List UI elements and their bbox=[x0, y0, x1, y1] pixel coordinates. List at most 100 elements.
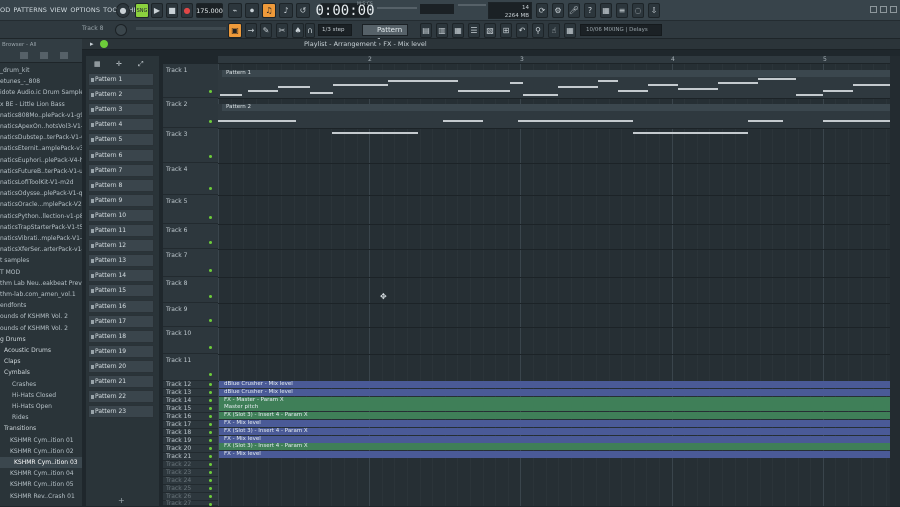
track-header[interactable]: Track 19 bbox=[163, 437, 218, 445]
track-mute-led[interactable] bbox=[209, 295, 212, 298]
master-pitch-slider[interactable] bbox=[377, 7, 417, 9]
track-header[interactable]: Track 2 bbox=[163, 98, 218, 128]
pattern-item[interactable]: Pattern 10 bbox=[88, 208, 154, 222]
menu-view[interactable]: VIEW bbox=[50, 6, 67, 14]
track-mute-led[interactable] bbox=[209, 415, 212, 418]
browser-item[interactable]: Acoustic Drums bbox=[0, 345, 82, 356]
track-header[interactable]: Track 25 bbox=[163, 485, 218, 493]
track-mute-led[interactable] bbox=[209, 487, 212, 490]
browser-item[interactable]: thm-lab.com_amen_vol.1 bbox=[0, 289, 82, 300]
track-header[interactable]: Track 12 bbox=[163, 381, 218, 389]
chat-icon[interactable]: ◌ bbox=[632, 3, 644, 18]
stop-button[interactable]: ■ bbox=[166, 3, 178, 18]
automation-clip[interactable]: dBlue Crusher - Mix level bbox=[219, 381, 890, 388]
browser-item[interactable]: naticsOdysse..plePack-V1-q0m bbox=[0, 188, 82, 199]
pattern-selector[interactable]: Pattern 1 bbox=[362, 24, 408, 45]
pattern-item[interactable]: Pattern 8 bbox=[88, 178, 154, 192]
channel-volume-knob[interactable] bbox=[115, 24, 127, 36]
pattern-item[interactable]: Pattern 7 bbox=[88, 163, 154, 177]
track-header[interactable]: Track 20 bbox=[163, 445, 218, 453]
pattern-item[interactable]: Pattern 21 bbox=[88, 375, 154, 388]
menu-item[interactable]: OD bbox=[0, 6, 10, 14]
track-mute-led[interactable] bbox=[209, 423, 212, 426]
track-mute-led[interactable] bbox=[209, 495, 212, 498]
browser-item[interactable]: naticsTrapStarterPack-V1-t5r bbox=[0, 222, 82, 233]
pattern-edit-icon[interactable]: ▣ bbox=[228, 23, 242, 38]
pattern-item[interactable]: Pattern 6 bbox=[88, 148, 154, 162]
track-header[interactable]: Track 6 bbox=[163, 224, 218, 249]
pattern-item[interactable]: Pattern 2 bbox=[88, 88, 154, 102]
track-mute-led[interactable] bbox=[209, 463, 212, 466]
sort-icon[interactable] bbox=[40, 52, 48, 59]
plugin-icon[interactable]: ⚲ bbox=[532, 23, 544, 38]
track-header[interactable]: Track 16 bbox=[163, 413, 218, 421]
browser-item[interactable]: x BE - Little Lion Bass bbox=[0, 99, 82, 110]
track-header[interactable]: Track 13 bbox=[163, 389, 218, 397]
slice-icon[interactable]: ✂ bbox=[276, 23, 288, 38]
pattern-item[interactable]: Pattern 23 bbox=[88, 405, 154, 419]
download-icon[interactable]: ⇩ bbox=[648, 3, 660, 18]
browser-item[interactable]: naticsXferSer..arterPack-v1-g7r bbox=[0, 244, 82, 255]
track-header[interactable]: Track 9 bbox=[163, 303, 218, 327]
browser-item[interactable]: _drum_kit bbox=[0, 65, 82, 76]
blend-notes-icon[interactable]: ♪ bbox=[279, 3, 293, 18]
timeline-ruler[interactable]: 2 3 4 5 bbox=[218, 56, 890, 64]
undo-icon[interactable]: ↶ bbox=[516, 23, 528, 38]
pattern-clip[interactable]: Pattern 2 bbox=[218, 104, 890, 128]
track-mute-led[interactable] bbox=[209, 216, 212, 219]
automation-clip[interactable]: FX - Mix level bbox=[219, 420, 890, 427]
automation-clip[interactable]: FX (Slot 3) - Insert 4 - Param X bbox=[219, 412, 890, 420]
track-header[interactable]: Track 21 bbox=[163, 453, 218, 461]
browser-item[interactable]: Cymbals bbox=[0, 367, 82, 378]
folder-icon[interactable] bbox=[20, 52, 28, 59]
automation-clip[interactable]: FX (Slot 3) - Insert 4 - Param X bbox=[219, 443, 890, 451]
mixer-icon[interactable]: ⚙ bbox=[552, 3, 564, 18]
track-mute-led[interactable] bbox=[209, 346, 212, 349]
pattern-mode-icon[interactable]: ♫ bbox=[262, 3, 276, 18]
browser-view-icon[interactable]: ▧ bbox=[484, 23, 496, 38]
minimize-icon[interactable] bbox=[870, 6, 877, 13]
track-header[interactable]: Track 1 bbox=[163, 64, 218, 98]
stamp-icon[interactable]: ♠ bbox=[292, 23, 304, 38]
track-mute-led[interactable] bbox=[209, 439, 212, 442]
track-mute-led[interactable] bbox=[209, 455, 212, 458]
pattern-item[interactable]: Pattern 20 bbox=[88, 359, 154, 373]
pattern-item[interactable]: Pattern 18 bbox=[88, 329, 154, 343]
pattern-item[interactable]: Pattern 14 bbox=[88, 269, 154, 283]
pattern-item[interactable]: Pattern 22 bbox=[88, 390, 154, 404]
track-header[interactable]: Track 5 bbox=[163, 195, 218, 224]
pattern-item[interactable]: Pattern 17 bbox=[88, 314, 154, 328]
automation-clip[interactable]: FX - Mix level bbox=[219, 435, 890, 443]
pattern-item[interactable]: Pattern 11 bbox=[88, 224, 154, 237]
track-mute-led[interactable] bbox=[209, 120, 212, 123]
browser-item[interactable]: KSHMR Cym..ition 04 bbox=[0, 468, 82, 479]
track-mute-led[interactable] bbox=[209, 447, 212, 450]
browser-item[interactable]: KSHMR Cym..ition 05 bbox=[0, 479, 82, 490]
wait-input-icon[interactable]: ⏺ bbox=[245, 3, 259, 18]
track-mute-led[interactable] bbox=[209, 155, 212, 158]
automation-clip[interactable]: FX - Mix level bbox=[219, 451, 890, 459]
help-icon[interactable]: ? bbox=[584, 3, 596, 18]
automation-clip[interactable]: Master pitch bbox=[219, 404, 890, 412]
track-mute-led[interactable] bbox=[209, 399, 212, 402]
track-mute-led[interactable] bbox=[209, 90, 212, 93]
track-mute-led[interactable] bbox=[209, 391, 212, 394]
automation-clip[interactable]: FX (Slot 3) - Insert 4 - Param X bbox=[219, 427, 890, 435]
browser-item[interactable]: g Drums bbox=[0, 334, 82, 345]
browser-item[interactable]: thm Lab Neu..eakbeat Preview bbox=[0, 278, 82, 289]
track-mute-led[interactable] bbox=[209, 431, 212, 434]
playlist-options-icon[interactable] bbox=[100, 40, 108, 48]
pattern-item[interactable]: Pattern 3 bbox=[88, 103, 154, 117]
close-icon[interactable] bbox=[890, 6, 897, 13]
pattern-item[interactable]: Pattern 16 bbox=[88, 299, 154, 313]
browser-item[interactable]: Hi-Hats Open bbox=[0, 401, 82, 412]
playlist-view-icon[interactable]: ▥ bbox=[436, 23, 448, 38]
track-mute-led[interactable] bbox=[209, 241, 212, 244]
paint-icon[interactable]: ✎ bbox=[260, 23, 272, 38]
track-header[interactable]: Track 10 bbox=[163, 327, 218, 354]
pattern-item[interactable]: Pattern 5 bbox=[88, 133, 154, 147]
browser-item[interactable]: naticsLofiToolKit-V1-m2d bbox=[0, 177, 82, 188]
picker-pattern-icon[interactable]: ▦ bbox=[94, 60, 101, 68]
metronome-icon[interactable]: ⌁ bbox=[228, 3, 242, 18]
pattern-scroll-slider[interactable] bbox=[136, 27, 226, 30]
